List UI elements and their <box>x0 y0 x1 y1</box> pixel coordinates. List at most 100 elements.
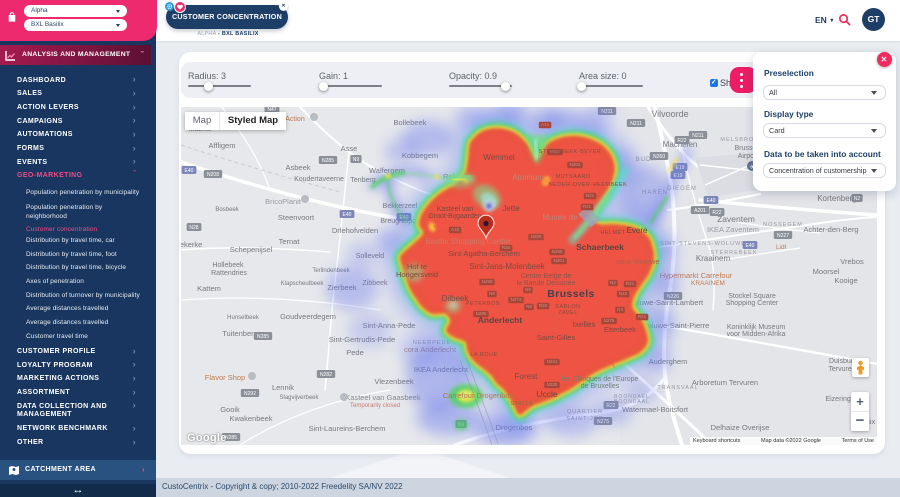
svg-text:R21: R21 <box>626 281 635 286</box>
svg-text:E40: E40 <box>185 168 194 174</box>
svg-text:N2: N2 <box>854 196 861 202</box>
svg-text:la Bande Dessinée: la Bande Dessinée <box>517 280 576 287</box>
svg-text:dekerke: dekerke <box>181 240 202 249</box>
svg-text:voor Midden-Afrika: voor Midden-Afrika <box>727 331 786 338</box>
svg-text:N3: N3 <box>617 307 623 312</box>
svg-text:N292: N292 <box>244 391 256 397</box>
svg-text:R22: R22 <box>712 210 721 216</box>
svg-text:BricoPlanit: BricoPlanit <box>265 197 302 206</box>
svg-text:de Bruxelles: de Bruxelles <box>581 383 620 390</box>
svg-text:Bosbeek: Bosbeek <box>215 207 239 213</box>
svg-text:N285: N285 <box>257 334 269 340</box>
svg-text:Hongersveld: Hongersveld <box>396 270 438 279</box>
svg-text:Kraainem: Kraainem <box>696 254 731 263</box>
svg-text:Ternat: Ternat <box>279 237 301 246</box>
svg-text:A12: A12 <box>541 122 550 127</box>
svg-text:N28: N28 <box>189 225 198 231</box>
svg-text:Vilvoorde: Vilvoorde <box>651 109 688 119</box>
svg-text:TRANSVAAL: TRANSVAAL <box>657 385 698 391</box>
svg-text:LA ROUE: LA ROUE <box>470 352 497 358</box>
svg-text:R21: R21 <box>583 204 592 209</box>
svg-text:NEDER-OVER-HEEMBEEK: NEDER-OVER-HEEMBEEK <box>549 182 628 188</box>
svg-text:Brussels: Brussels <box>547 288 595 300</box>
svg-text:KRAAINEM: KRAAINEM <box>691 280 725 287</box>
svg-text:Basilix Shopping Center: Basilix Shopping Center <box>425 237 511 246</box>
svg-text:Pede: Pede <box>346 348 364 357</box>
svg-text:Watermael-Boitsfort: Watermael-Boitsfort <box>622 405 689 414</box>
svg-text:cora Woluwe: cora Woluwe <box>616 257 659 266</box>
svg-text:Shopping Center: Shopping Center <box>726 300 779 307</box>
svg-text:Drlehofvelden: Drlehofvelden <box>332 226 378 235</box>
svg-text:Rattendries: Rattendries <box>211 270 247 277</box>
svg-text:N2: N2 <box>610 280 616 285</box>
svg-text:R21: R21 <box>638 314 647 319</box>
svg-text:Sint-Agatha-Berchem: Sint-Agatha-Berchem <box>448 249 520 258</box>
svg-text:Hollebeek: Hollebeek <box>212 262 244 269</box>
svg-text:IKEA Zaventem: IKEA Zaventem <box>707 225 759 234</box>
svg-text:Saint-Gilles: Saint-Gilles <box>537 333 576 342</box>
svg-text:Arboretum Tervuren: Arboretum Tervuren <box>692 378 758 387</box>
svg-text:N9: N9 <box>525 287 531 292</box>
svg-text:R22: R22 <box>677 138 686 144</box>
svg-text:Schepenijsel: Schepenijsel <box>230 245 273 254</box>
svg-text:les Cliniques de l'Europe: les Cliniques de l'Europe <box>562 376 639 383</box>
svg-text:N23: N23 <box>619 291 628 296</box>
svg-text:Koninklijk Museum: Koninklijk Museum <box>727 324 786 331</box>
svg-text:Slagvijverbeek: Slagvijverbeek <box>279 395 319 401</box>
svg-text:Flavor Shop: Flavor Shop <box>205 373 245 382</box>
svg-text:N241: N241 <box>547 359 558 364</box>
svg-text:Tuitenberg: Tuitenberg <box>222 329 258 338</box>
svg-text:Asse: Asse <box>341 144 358 153</box>
svg-text:Lidl: Lidl <box>776 244 787 251</box>
svg-text:Carrefour Drogenbos: Carrefour Drogenbos <box>443 391 514 400</box>
svg-text:Forest: Forest <box>515 372 538 381</box>
svg-text:E40: E40 <box>746 243 755 249</box>
svg-text:Moorsel: Moorsel <box>813 267 840 276</box>
svg-text:N211: N211 <box>630 121 642 127</box>
svg-text:N8: N8 <box>526 304 532 309</box>
svg-text:N274: N274 <box>511 297 522 302</box>
svg-text:Delhaize Overijse: Delhaize Overijse <box>711 423 770 432</box>
svg-text:Lennik: Lennik <box>272 383 294 392</box>
svg-text:E40: E40 <box>343 212 352 218</box>
svg-text:Jette: Jette <box>502 204 520 213</box>
svg-text:N202: N202 <box>570 162 581 167</box>
svg-text:Action: Action <box>285 116 305 123</box>
svg-text:Koudertaveerne: Koudertaveerne <box>294 176 344 183</box>
svg-text:Affligem: Affligem <box>209 141 236 150</box>
svg-text:N275: N275 <box>604 318 615 323</box>
svg-text:N285: N285 <box>322 158 334 164</box>
svg-text:Anderlecht: Anderlecht <box>478 315 523 325</box>
svg-text:ZAVEL: ZAVEL <box>558 310 578 316</box>
svg-text:HELMET: HELMET <box>600 230 625 236</box>
svg-text:N9: N9 <box>353 157 360 163</box>
svg-text:Ixelles: Ixelles <box>573 320 596 329</box>
svg-text:N211: N211 <box>692 133 704 139</box>
svg-text:Kasteel van Gaasbeek: Kasteel van Gaasbeek <box>345 393 421 402</box>
svg-text:N8: N8 <box>489 291 495 296</box>
svg-text:Steenvoort: Steenvoort <box>278 213 315 222</box>
svg-text:Kooige: Kooige <box>834 276 857 285</box>
svg-text:Groot-Bijgaarden: Groot-Bijgaarden <box>428 213 481 220</box>
svg-text:Hunselbeek: Hunselbeek <box>227 315 260 321</box>
svg-text:Gooik: Gooik <box>220 405 240 414</box>
svg-text:Wemmel: Wemmel <box>483 153 515 162</box>
svg-text:Sint-Jans-Molenbeek: Sint-Jans-Molenbeek <box>469 262 545 271</box>
svg-text:N227: N227 <box>777 233 789 239</box>
svg-text:Centre Belge de: Centre Belge de <box>521 273 572 280</box>
svg-text:Klapscheutbeek: Klapscheutbeek <box>281 281 325 287</box>
svg-text:Asbeek: Asbeek <box>285 163 310 172</box>
svg-text:Kortenberg: Kortenberg <box>817 194 857 203</box>
svg-text:PETERBOS: PETERBOS <box>466 301 500 307</box>
svg-text:Achter-den-Berg: Achter-den-Berg <box>803 225 858 234</box>
svg-text:Kattem: Kattem <box>197 284 221 293</box>
svg-text:Kasteel van: Kasteel van <box>437 206 474 213</box>
svg-text:N208: N208 <box>207 172 219 178</box>
svg-text:Schaerbeek: Schaerbeek <box>576 242 624 252</box>
svg-text:Stockel Square: Stockel Square <box>728 293 776 300</box>
svg-text:A10: A10 <box>451 227 460 232</box>
svg-text:Goudveerdegem: Goudveerdegem <box>280 312 336 321</box>
svg-text:NOSSEGEM: NOSSEGEM <box>763 222 803 228</box>
svg-text:Atomium: Atomium <box>512 173 544 182</box>
svg-text:Vrebos: Vrebos <box>840 257 864 266</box>
